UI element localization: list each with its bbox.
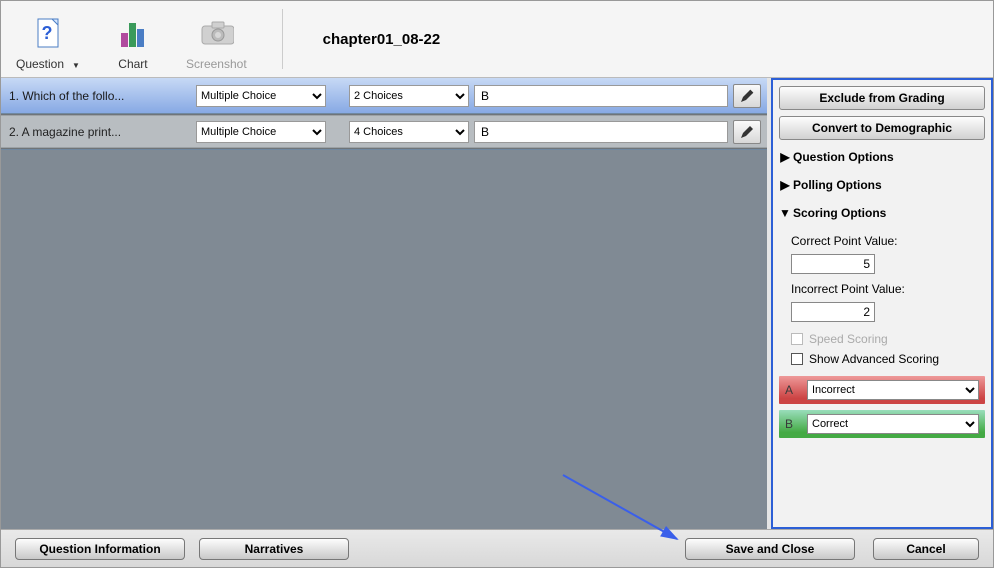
dropdown-arrow-icon: ▼ — [72, 61, 80, 70]
answer-status-row: B Correct — [779, 410, 985, 438]
checkbox-icon — [791, 333, 803, 345]
exclude-button[interactable]: Exclude from Grading — [779, 86, 985, 110]
svg-text:?: ? — [41, 23, 52, 43]
advanced-scoring-label: Show Advanced Scoring — [809, 352, 939, 366]
incorrect-points-label: Incorrect Point Value: — [791, 282, 985, 296]
pencil-icon — [739, 124, 755, 140]
chart-icon — [115, 15, 151, 51]
speed-scoring-checkbox[interactable]: Speed Scoring — [791, 332, 985, 346]
choices-select[interactable]: 2 Choices — [349, 85, 469, 107]
correct-points-input[interactable] — [791, 254, 875, 274]
triangle-down-icon: ▼ — [779, 206, 791, 220]
narratives-button[interactable]: Narratives — [199, 538, 349, 560]
polling-options-header[interactable]: ▶ Polling Options — [779, 174, 985, 196]
speed-scoring-label: Speed Scoring — [809, 332, 888, 346]
answer-input[interactable] — [474, 121, 728, 143]
answer-status-row: A Incorrect — [779, 376, 985, 404]
screenshot-tool-label: Screenshot — [186, 57, 247, 71]
triangle-right-icon: ▶ — [779, 178, 791, 192]
answer-input[interactable] — [474, 85, 728, 107]
save-and-close-button[interactable]: Save and Close — [685, 538, 855, 560]
correct-points-label: Correct Point Value: — [791, 234, 985, 248]
cancel-button[interactable]: Cancel — [873, 538, 979, 560]
answer-status-select[interactable]: Incorrect — [807, 380, 979, 400]
title-area: chapter01_08-22 — [282, 9, 988, 69]
chart-tool[interactable]: Chart — [105, 5, 161, 73]
edit-button[interactable] — [733, 120, 761, 144]
workspace: 1. Which of the follo... Multiple Choice… — [1, 78, 993, 529]
question-tool-label: Question — [16, 57, 64, 71]
checkbox-icon — [791, 353, 803, 365]
triangle-right-icon: ▶ — [779, 150, 791, 164]
screenshot-icon — [198, 15, 234, 51]
question-icon: ? — [30, 15, 66, 51]
question-type-select[interactable]: Multiple Choice — [196, 85, 326, 107]
answer-status-select[interactable]: Correct — [807, 414, 979, 434]
scoring-options-label: Scoring Options — [793, 206, 886, 220]
question-info-button[interactable]: Question Information — [15, 538, 185, 560]
pencil-icon — [739, 88, 755, 104]
question-row[interactable]: 2. A magazine print... Multiple Choice 4… — [1, 114, 767, 150]
top-toolbar: ? Question ▼ Chart Screenshot chapter01_0… — [1, 1, 993, 78]
chart-tool-label: Chart — [118, 57, 147, 71]
convert-button[interactable]: Convert to Demographic — [779, 116, 985, 140]
scoring-options-header[interactable]: ▼ Scoring Options — [779, 202, 985, 224]
question-type-select[interactable]: Multiple Choice — [196, 121, 326, 143]
answer-letter: B — [785, 417, 799, 431]
question-list-panel: 1. Which of the follo... Multiple Choice… — [1, 78, 771, 529]
incorrect-points-input[interactable] — [791, 302, 875, 322]
polling-options-label: Polling Options — [793, 178, 882, 192]
question-label: 2. A magazine print... — [1, 125, 191, 139]
question-label: 1. Which of the follo... — [1, 89, 191, 103]
question-options-label: Question Options — [793, 150, 894, 164]
properties-panel: Exclude from Grading Convert to Demograp… — [771, 78, 993, 529]
choices-select[interactable]: 4 Choices — [349, 121, 469, 143]
advanced-scoring-checkbox[interactable]: Show Advanced Scoring — [791, 352, 985, 366]
edit-button[interactable] — [733, 84, 761, 108]
scoring-options-body: Correct Point Value: Incorrect Point Val… — [779, 230, 985, 370]
answer-letter: A — [785, 383, 799, 397]
question-row[interactable]: 1. Which of the follo... Multiple Choice… — [1, 78, 767, 114]
bottom-bar: Question Information Narratives Save and… — [1, 529, 993, 567]
screenshot-tool: Screenshot — [176, 5, 257, 73]
page-title: chapter01_08-22 — [323, 31, 441, 48]
question-tool[interactable]: ? Question ▼ — [6, 5, 90, 73]
question-options-header[interactable]: ▶ Question Options — [779, 146, 985, 168]
